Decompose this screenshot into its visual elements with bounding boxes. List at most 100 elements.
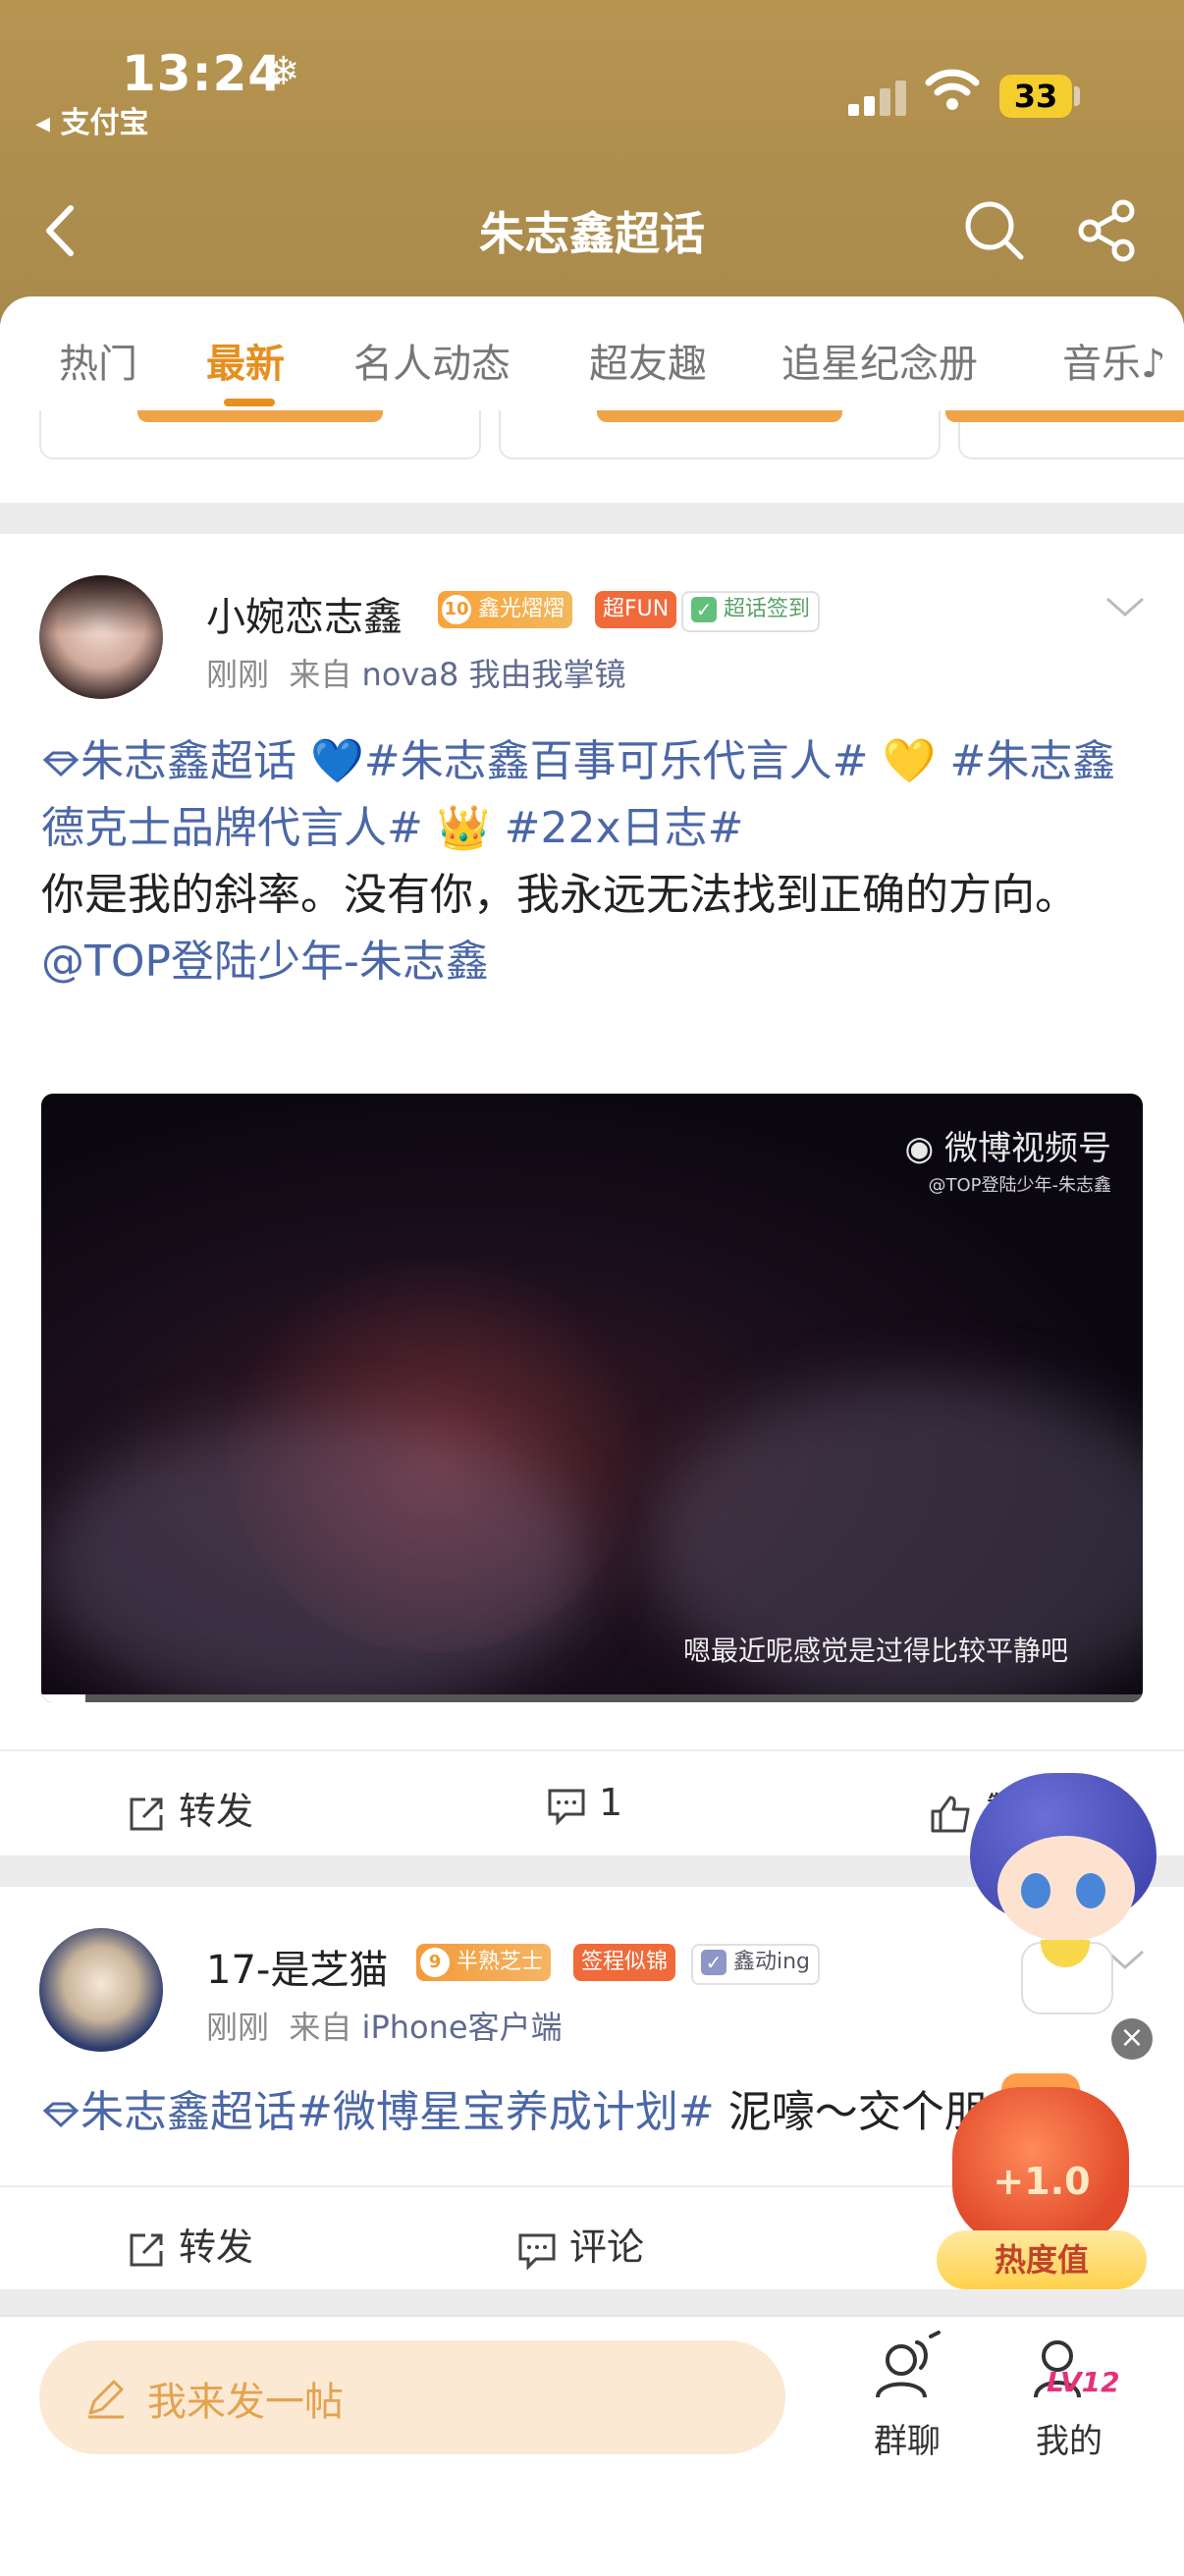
tab-bar: 热门 最新 名人动态 超友趣 追星纪念册 音乐♪ (0, 296, 1184, 503)
comment-label: 评论 (569, 2226, 645, 2269)
checkin-label: 超话签到 (724, 597, 811, 621)
comment-count: 1 (599, 1781, 623, 1824)
compose-label: 我来发一帖 (147, 2380, 344, 2425)
fan-title: 半熟芝士 (457, 1950, 544, 1974)
tab-memory-album[interactable]: 追星纪念册 (781, 332, 978, 389)
repost-button[interactable]: 转发 (126, 2217, 253, 2271)
post-time: 刚刚 (206, 656, 270, 693)
post-source[interactable]: nova8 我由我掌镜 (362, 656, 626, 693)
nav-bar: 朱志鑫超话 (0, 187, 1184, 275)
mascot-widget[interactable] (962, 1767, 1164, 2022)
bottom-bar: 我来发一帖 群聊 LV12 我的 (0, 2315, 1184, 2576)
avatar[interactable] (39, 575, 163, 699)
comment-button[interactable]: 评论 (516, 2217, 644, 2271)
mine-label: 我的 (1036, 2422, 1103, 2461)
feature-card[interactable] (945, 410, 1184, 459)
mascot-eye (1021, 1873, 1050, 1908)
signal-icon (848, 80, 907, 116)
post-time: 刚刚 (206, 2009, 270, 2046)
status-time: 13:24 (122, 45, 284, 102)
video-watermark: ◉ 微博视频号 @TOP登陆少年-朱志鑫 (905, 1121, 1111, 1197)
back-app-label: 支付宝 (60, 106, 149, 140)
user-level-badge: LV12 (1047, 2366, 1120, 2398)
blue-heart-emoji: 💙 (310, 736, 364, 786)
checkin-label: 鑫动ing (733, 1950, 811, 1974)
crown-emoji: 👑 (436, 803, 491, 853)
username[interactable]: 17-是芝猫 (206, 1938, 388, 1995)
post-meta: 刚刚 来自 iPhone客户端 (206, 2003, 563, 2048)
comment-icon (548, 1789, 585, 1826)
search-icon[interactable] (962, 198, 1027, 263)
video-frame-shape (41, 1418, 591, 1702)
repost-label: 转发 (179, 2226, 254, 2269)
watermark-sub: @TOP登陆少年-朱志鑫 (928, 1175, 1111, 1196)
repost-button[interactable]: 转发 (126, 1781, 253, 1835)
repost-label: 转发 (179, 1790, 254, 1833)
repost-icon (130, 2233, 163, 2266)
group-chat-label: 群聊 (874, 2422, 941, 2461)
diamond-icon (42, 751, 80, 778)
mascot-face (997, 1836, 1135, 1942)
video-subtitle: 嗯最近呢感觉是过得比较平静吧 (682, 1635, 1068, 1667)
check-icon: ✓ (691, 597, 717, 622)
fan-level-badge[interactable]: 10 鑫光熠熠 (438, 591, 573, 628)
hashtag-link[interactable]: #朱志鑫百事可乐代言人# (364, 736, 869, 786)
battery-indicator: 33 (999, 75, 1072, 118)
status-bar: 13:24 ❄ ◂ 支付宝 33 (0, 37, 1184, 140)
feature-card[interactable] (499, 410, 941, 459)
repost-icon (130, 1798, 163, 1830)
mascot-eye (1076, 1873, 1105, 1908)
post-source[interactable]: iPhone客户端 (362, 2009, 563, 2046)
fan-level-badge[interactable]: 9 半熟芝士 (416, 1944, 552, 1981)
chevron-down-icon[interactable] (1103, 595, 1147, 620)
post-text: 你是我的斜率。没有你，我永远无法找到正确的方向。 (41, 870, 1078, 920)
video-player[interactable]: ◉ 微博视频号 @TOP登陆少年-朱志鑫 嗯最近呢感觉是过得比较平静吧 (41, 1094, 1143, 1702)
fun-badge[interactable]: 超FUN (595, 591, 677, 628)
post-meta: 刚刚 来自 nova8 我由我掌镜 (206, 650, 626, 695)
tab-latest[interactable]: 最新 (206, 332, 285, 389)
hashtag-link[interactable]: #22x日志# (505, 803, 744, 853)
pencil-icon (88, 2380, 124, 2419)
role-badge[interactable]: 签程似锦 (573, 1944, 676, 1981)
tab-music[interactable]: 音乐♪ (1062, 332, 1166, 389)
watermark-title: 微博视频号 (944, 1129, 1111, 1168)
feature-card[interactable] (39, 410, 481, 459)
fan-title: 鑫光熠熠 (478, 597, 565, 621)
topic-link[interactable]: 朱志鑫超话 (41, 2087, 296, 2137)
check-icon: ✓ (701, 1950, 727, 1975)
battery-tip (1074, 86, 1080, 106)
topic-link[interactable]: 朱志鑫超话 (41, 736, 296, 786)
back-to-app-link[interactable]: ◂ 支付宝 (35, 98, 149, 141)
header: 13:24 ❄ ◂ 支付宝 33 朱志鑫超话 (0, 0, 1184, 324)
tab-hot[interactable]: 热门 (59, 332, 137, 389)
tab-fan-fun[interactable]: 超友趣 (589, 332, 707, 389)
weibo-logo-icon: ◉ (904, 1129, 935, 1168)
topic-name: 朱志鑫超话 (81, 736, 296, 786)
active-tab-indicator (224, 399, 275, 406)
compose-button[interactable]: 我来发一帖 (39, 2340, 785, 2454)
share-icon[interactable] (1076, 198, 1141, 263)
diamond-icon (42, 2102, 80, 2128)
checkin-badge[interactable]: ✓ 超话签到 (681, 591, 821, 632)
video-progress-fill (41, 1694, 85, 1702)
close-icon[interactable]: × (1111, 2018, 1153, 2060)
snowflake-icon: ❄ (267, 49, 300, 94)
heat-value: +1.0 (993, 2160, 1091, 2203)
hashtag-link[interactable]: #微博星宝养成计划# (296, 2087, 715, 2137)
checkin-badge[interactable]: ✓ 鑫动ing (691, 1944, 821, 1985)
heat-value-widget[interactable]: +1.0 热度值 (929, 2067, 1155, 2295)
heat-label: 热度值 (937, 2230, 1147, 2289)
mention-link[interactable]: @TOP登陆少年-朱志鑫 (41, 937, 489, 987)
post-content: 朱志鑫超话 💙#朱志鑫百事可乐代言人# 💛 #朱志鑫德克士品牌代言人# 👑 #2… (41, 728, 1145, 995)
video-progress-bar[interactable] (41, 1694, 1143, 1702)
group-chat-icon (876, 2331, 941, 2398)
mine-button[interactable]: LV12 我的 (1015, 2331, 1123, 2462)
username[interactable]: 小婉恋志鑫 (206, 585, 403, 642)
tab-celebrity[interactable]: 名人动态 (353, 332, 511, 389)
yellow-heart-emoji: 💛 (882, 736, 937, 786)
comment-button[interactable]: 1 (546, 1781, 622, 1826)
group-chat-button[interactable]: 群聊 (860, 2331, 954, 2462)
post-card[interactable]: 小婉恋志鑫 10 鑫光熠熠 超FUN ✓ 超话签到 刚刚 来自 nova8 我由… (0, 534, 1184, 1855)
topic-name: 朱志鑫超话 (81, 2087, 296, 2137)
avatar[interactable] (39, 1928, 163, 2052)
